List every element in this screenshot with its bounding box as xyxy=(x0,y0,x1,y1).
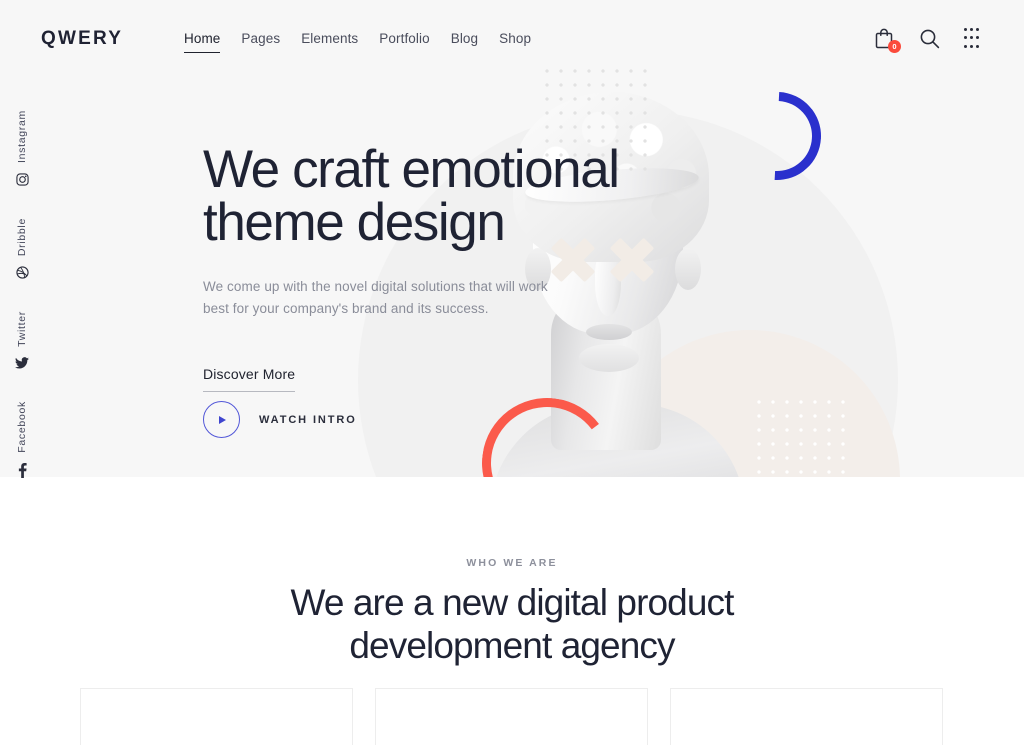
header-icon-group: 0 xyxy=(874,28,986,53)
feature-card[interactable]: ⛓ xyxy=(80,688,353,745)
play-icon[interactable] xyxy=(203,401,240,438)
nav-item-elements[interactable]: Elements xyxy=(301,31,358,53)
hero-subtitle: We come up with the novel digital soluti… xyxy=(203,279,548,316)
grid-dot xyxy=(976,36,979,40)
social-label-twitter: Twitter xyxy=(16,311,28,347)
hero-title-line-1: We craft emotional xyxy=(203,140,620,199)
watch-intro-label: WATCH INTRO xyxy=(259,413,357,426)
section-title-line-1: We are a new digital product xyxy=(290,582,734,623)
play-triangle-icon xyxy=(219,415,226,424)
section-eyebrow: WHO WE ARE xyxy=(466,557,558,569)
social-link-twitter[interactable]: Twitter xyxy=(15,311,29,371)
section-title: We are a new digital product development… xyxy=(0,581,1024,668)
nav-item-shop[interactable]: Shop xyxy=(499,31,531,53)
grid-dot xyxy=(964,44,967,48)
logo[interactable]: QWERY xyxy=(41,28,123,50)
search-icon[interactable] xyxy=(919,28,941,50)
grid-dot xyxy=(970,28,973,31)
social-label-facebook: Facebook xyxy=(16,401,28,453)
social-link-dribble[interactable]: Dribble xyxy=(15,218,29,281)
social-sidebar: Instagram Dribble Twitter Facebook xyxy=(0,110,44,480)
grid-dot xyxy=(970,36,973,40)
nav-item-home[interactable]: Home xyxy=(184,31,221,53)
nav-item-pages[interactable]: Pages xyxy=(241,31,280,53)
hero-title-line-2: theme design xyxy=(203,193,506,252)
discover-more-link[interactable]: Discover More xyxy=(203,366,296,392)
twitter-icon xyxy=(15,357,29,371)
feature-card[interactable]: ✦ xyxy=(670,688,943,745)
nav-item-blog[interactable]: Blog xyxy=(451,31,478,53)
social-label-instagram: Instagram xyxy=(16,110,28,163)
cart-count-badge: 0 xyxy=(888,40,901,53)
grid-dot xyxy=(976,28,979,31)
instagram-icon xyxy=(15,173,29,188)
page-root: We craft emotional theme design We come … xyxy=(0,0,1024,745)
section-title-line-2: development agency xyxy=(349,625,675,667)
social-link-facebook[interactable]: Facebook xyxy=(16,401,28,480)
grid-dot xyxy=(964,36,967,40)
dribbble-icon xyxy=(15,266,29,281)
feature-card[interactable] xyxy=(375,688,648,745)
social-label-dribble: Dribble xyxy=(16,218,28,257)
watch-intro-button[interactable]: WATCH INTRO xyxy=(203,401,357,438)
feature-card-list: ⛓ ✦ xyxy=(80,688,944,745)
grid-dot xyxy=(970,44,973,48)
grid-dot xyxy=(976,44,979,48)
hero-title: We craft emotional theme design xyxy=(203,143,723,249)
facebook-icon xyxy=(18,462,27,480)
grid-dot xyxy=(964,28,967,31)
grid-menu-icon[interactable] xyxy=(964,28,986,50)
shopping-bag-icon[interactable]: 0 xyxy=(874,28,901,53)
main-navigation: Home Pages Elements Portfolio Blog Shop xyxy=(184,31,531,53)
nav-item-portfolio[interactable]: Portfolio xyxy=(379,31,429,53)
site-header: QWERY Home Pages Elements Portfolio Blog… xyxy=(0,0,1024,78)
social-link-instagram[interactable]: Instagram xyxy=(15,110,29,188)
hero-content: We craft emotional theme design We come … xyxy=(203,143,723,392)
